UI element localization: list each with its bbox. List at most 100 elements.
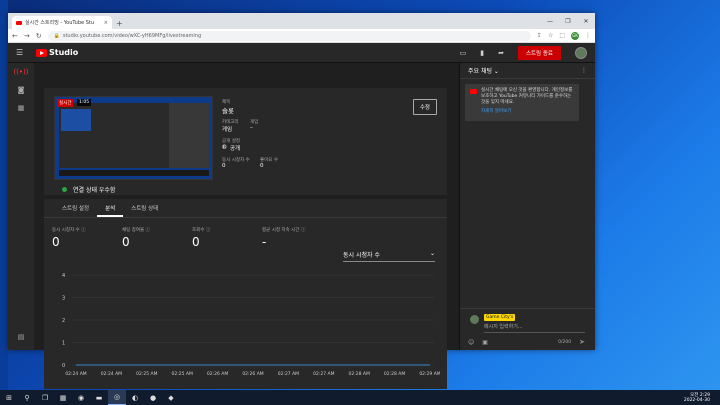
chevron-down-icon: ⌄ [429,250,435,257]
live-stream-icon[interactable]: ((•)) [8,63,34,81]
stat-label-views: 조회수 ⓘ [192,228,211,233]
stream-info-card: 실시간 1:05 연결 상태 우수함 제목 슬롯 카테고리 게임 게임 – 공개… [44,88,447,195]
emoji-icon[interactable]: ☺ [468,339,474,346]
metric-selector[interactable]: 동시 시청자 수 ⌄ [343,250,435,262]
chart-y-tick: 0 [62,363,65,369]
metric-selector-value: 동시 시청자 수 [343,252,380,259]
file-explorer-icon[interactable]: ▬ [90,390,108,405]
obs-app-icon[interactable]: ◐ [126,390,144,405]
bookmark-star-icon[interactable]: ☆ [548,32,553,39]
windows-start-icon[interactable]: ⊞ [0,390,18,405]
chart-x-tick: 02:29 AM [419,371,440,377]
stat-label-avg-watch: 평균 시청 지속 시간 ⓘ [262,228,306,233]
windows-taskbar: ⊞ ⚲ ❐ ▦ ◉ ▬ ◎ ◐ ● ◆ 오전 2:29 2022-04-30 [0,390,720,405]
tab-analytics[interactable]: 분석 [97,199,124,217]
connection-status: 연결 상태 우수함 [62,185,115,194]
studio-logo[interactable]: Studio [36,48,78,57]
live-duration: 1:05 [77,99,92,106]
preview-taskbar [59,170,209,176]
desktop-background [0,0,8,390]
chart-x-tick: 02:25 AM [172,371,193,377]
share-arrow-icon[interactable]: ➦ [498,49,504,57]
chat-mode-selector[interactable]: 주요 채팅 ⌄ [468,66,499,75]
viewers-label: 동시 시청자 수 [222,158,250,163]
close-window-button[interactable]: ✕ [577,13,595,29]
chart-x-tick: 02:28 AM [349,371,370,377]
youtube-favicon-icon [16,20,22,25]
stat-label-chat-rate: 채팅 참여율 ⓘ [122,228,151,233]
hamburger-menu-icon[interactable]: ☰ [16,48,32,57]
tab-divider [44,217,447,218]
chart-y-tick: 4 [62,273,65,279]
share-icon[interactable]: ⇪ [537,32,542,39]
app-icon[interactable]: ◆ [162,390,180,405]
analytics-card: 스트림 설정 분석 스트림 상태 동시 시청자 수 ⓘ 0 채팅 참여율 ⓘ 0… [44,199,447,389]
bookmark-icon[interactable]: ▮ [480,49,484,57]
browser-tab[interactable]: 실시간 스트리밍 - YouTube Stu × [12,16,112,29]
status-dot-icon [62,187,67,192]
folder-icon[interactable]: ▭ [460,49,467,57]
search-icon[interactable]: ⚲ [18,390,36,405]
browser-menu-icon[interactable]: ⋮ [585,32,591,39]
stat-value-views: 0 [192,235,200,249]
send-icon[interactable]: ➤ [579,338,585,346]
chat-user-name: Game City's [484,314,516,321]
url-field[interactable]: 🔒 studio.youtube.com/video/wXC-yH69MFg/l… [47,30,531,41]
end-stream-button[interactable]: 스트림 종료 [517,45,561,60]
privacy-value: 공개 [230,146,241,152]
chart-x-tick: 02:28 AM [384,371,405,377]
chat-tools: ☺ ▣ 0/200 ➤ [468,338,585,346]
stat-value-chat-rate: 0 [122,235,130,249]
chart-y-tick: 3 [62,296,65,302]
chrome-browser-icon[interactable]: ◎ [108,390,126,405]
window-controls: — ❐ ✕ [541,13,595,29]
forward-arrow-icon[interactable]: → [24,32,30,40]
tab-stream-settings[interactable]: 스트림 설정 [54,199,97,217]
tab-close-icon[interactable]: × [104,20,108,26]
category-value: 게임 [222,127,233,133]
system-tray: 오전 2:29 2022-04-30 [684,393,720,403]
camera-icon[interactable]: ◙ [8,81,34,99]
chat-message-input[interactable]: 메시지 입력하기... [484,323,585,333]
super-chat-icon[interactable]: ▣ [482,339,488,346]
studio-header: ☰ Studio ▭ ▮ ➦ 스트림 종료 [8,43,595,63]
record-app-icon[interactable]: ● [144,390,162,405]
reload-icon[interactable]: ↻ [36,32,42,40]
tab-stream-health[interactable]: 스트림 상태 [123,199,166,217]
edge-browser-icon[interactable]: ◉ [72,390,90,405]
lock-icon: 🔒 [53,32,60,39]
minimize-button[interactable]: — [541,13,559,29]
chat-more-icon[interactable]: ⋮ [581,67,587,74]
maximize-button[interactable]: ❐ [559,13,577,29]
clock-date: 2022-04-30 [683,397,710,403]
youtube-notice-icon [470,89,477,94]
chart-x-tick: 02:26 AM [207,371,228,377]
back-arrow-icon[interactable]: ← [12,32,18,40]
connection-status-text: 연결 상태 우수함 [73,187,116,194]
chart-y-tick: 1 [62,341,65,347]
main-content: 실시간 1:05 연결 상태 우수함 제목 슬롯 카테고리 게임 게임 – 공개… [34,63,459,389]
taskbar-clock[interactable]: 오전 2:29 2022-04-30 [684,393,710,403]
stream-preview[interactable]: 실시간 1:05 [54,96,213,180]
widgets-icon[interactable]: ▦ [54,390,72,405]
chart-x-tick: 02:27 AM [278,371,299,377]
chat-input-area: Game City's 메시지 입력하기... ☺ ▣ 0/200 ➤ [460,308,595,350]
learn-more-link[interactable]: 자세히 알아보기 [481,109,575,115]
viewers-chart: 0 1 2 3 4 02:24 AM 02:24 AM 02:25 AM 02:25 AM 02:… [62,273,440,377]
profile-avatar[interactable]: GK [571,31,579,40]
browser-window: 실시간 스트리밍 - YouTube Stu × + — ❐ ✕ ← → ↻ 🔒… [8,13,595,389]
channel-avatar[interactable] [575,46,587,59]
new-tab-button[interactable]: + [116,19,123,28]
analytics-tabs: 스트림 설정 분석 스트림 상태 [44,199,166,217]
address-bar: ← → ↻ 🔒 studio.youtube.com/video/wXC-yH6… [8,29,595,43]
stat-value-viewers: 0 [52,235,60,249]
calendar-icon[interactable]: ▦ [8,99,34,117]
extensions-icon[interactable]: ⬚ [559,32,565,39]
chart-y-tick: 2 [62,318,65,324]
url-text: studio.youtube.com/video/wXC-yH69MFg/liv… [62,32,202,39]
task-view-icon[interactable]: ❐ [36,390,54,405]
edit-button[interactable]: 수정 [412,99,437,115]
chart-x-tick: 02:25 AM [136,371,157,377]
chat-char-count: 0/200 [558,339,572,345]
feedback-icon[interactable]: ▤ [8,328,34,346]
